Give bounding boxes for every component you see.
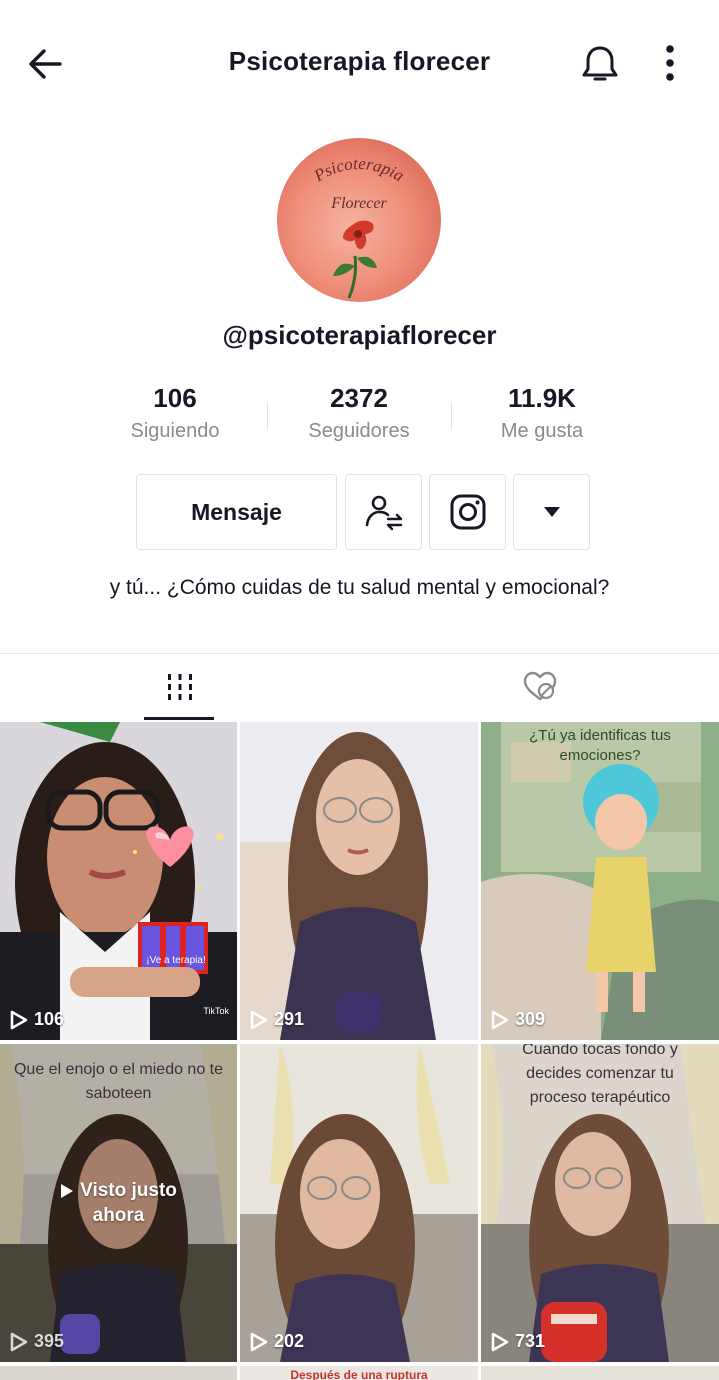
- view-count-value: 309: [515, 1009, 546, 1029]
- tab-videos[interactable]: [0, 654, 359, 720]
- followers-label: Seguidores: [308, 420, 410, 442]
- play-icon: [10, 1010, 28, 1029]
- video-thumbnail: [240, 1044, 478, 1362]
- grid-bars-icon: [167, 674, 192, 700]
- avatar-text-bottom: Florecer: [330, 195, 387, 212]
- view-count: 291: [250, 1009, 304, 1030]
- stats-divider: [451, 402, 452, 430]
- bell-icon: [582, 46, 618, 81]
- likes-label: Me gusta: [500, 420, 584, 442]
- message-button[interactable]: Mensaje: [136, 474, 337, 550]
- video-thumbnail: [0, 722, 237, 1040]
- view-count: 395: [10, 1331, 64, 1352]
- instagram-icon: [450, 494, 485, 530]
- watched-status-line1: Visto justo: [80, 1180, 177, 1201]
- profile-handle: @psicoterapiaflorecer: [222, 320, 497, 350]
- instagram-button[interactable]: [429, 474, 506, 550]
- stat-likes[interactable]: 11.9K Me gusta: [442, 380, 642, 443]
- video-tile[interactable]: [0, 1366, 237, 1380]
- view-count-value: 731: [515, 1331, 546, 1351]
- video-thumbnail: [240, 722, 478, 1040]
- profile-bio: y tú... ¿Cómo cuidas de tu salud mental …: [109, 576, 610, 599]
- svg-text:Psicoterapia: Psicoterapia: [310, 154, 408, 186]
- video-caption: Después de una ruptura: [290, 1368, 428, 1380]
- avatar-logo: Psicoterapia Florecer: [310, 154, 408, 299]
- top-bar: Psicoterapia florecer: [0, 0, 719, 120]
- video-tile[interactable]: Después de una ruptura: [240, 1366, 478, 1380]
- play-icon: [491, 1010, 509, 1029]
- stat-followers[interactable]: 2372 Seguidores: [259, 380, 459, 443]
- video-caption: ¡Ve a terapia!: [146, 955, 206, 966]
- play-icon: [250, 1010, 268, 1029]
- view-count-value: 395: [34, 1331, 65, 1351]
- view-count: 202: [250, 1331, 304, 1352]
- more-vertical-icon: [666, 45, 674, 81]
- view-count: 731: [491, 1331, 545, 1352]
- following-count: 106: [153, 383, 197, 413]
- notifications-button[interactable]: [578, 42, 622, 86]
- view-count-value: 202: [274, 1331, 305, 1351]
- video-thumbnail: [481, 722, 719, 1040]
- watched-status: Visto justo ahora: [0, 1178, 237, 1228]
- view-count-value: 106: [34, 1009, 65, 1029]
- video-tile[interactable]: Que el enojo o el miedo no te saboteen V…: [0, 1044, 237, 1362]
- more-options-button[interactable]: [652, 42, 688, 86]
- likes-count: 11.9K: [508, 383, 576, 413]
- profile-stats: 106 Siguiendo 2372 Seguidores 11.9K Me g…: [0, 380, 719, 460]
- tab-liked[interactable]: [360, 654, 719, 720]
- video-tile[interactable]: 291: [240, 722, 478, 1040]
- video-tile[interactable]: Cuando tocas fondo y decides comenzar tu…: [481, 1044, 719, 1362]
- caret-down-icon: [543, 507, 560, 517]
- video-tile[interactable]: ¿Tú ya identificas tus emociones? 309: [481, 722, 719, 1040]
- following-label: Siguiendo: [130, 420, 220, 442]
- avatar[interactable]: Psicoterapia Florecer: [277, 138, 441, 302]
- view-count: 309: [491, 1009, 545, 1030]
- watched-status-line2: ahora: [92, 1205, 145, 1226]
- tiktok-watermark: TikTok: [203, 1006, 229, 1016]
- play-filled-icon: [61, 1183, 74, 1198]
- video-grid: ¡Ve a terapia! TikTok 106 291 ¿Tú ya ide…: [0, 722, 719, 1380]
- video-tile[interactable]: ¡Ve a terapia! TikTok 106: [0, 722, 237, 1040]
- followers-count: 2372: [330, 383, 388, 413]
- view-count-value: 291: [274, 1009, 305, 1029]
- friend-suggestions-button[interactable]: [345, 474, 422, 550]
- avatar-text-top: Psicoterapia: [310, 154, 408, 186]
- view-count: 106: [10, 1009, 64, 1030]
- more-dropdown-button[interactable]: [513, 474, 590, 550]
- stat-following[interactable]: 106 Siguiendo: [75, 380, 275, 443]
- video-tile[interactable]: 202: [240, 1044, 478, 1362]
- video-caption: Que el enojo o el miedo no te saboteen: [13, 1061, 224, 1102]
- active-tab-indicator: [144, 717, 214, 720]
- stats-divider: [267, 402, 268, 430]
- play-icon: [491, 1332, 509, 1351]
- user-swap-icon: [365, 495, 402, 531]
- play-icon: [10, 1332, 28, 1351]
- heart-hidden-icon: [523, 671, 556, 701]
- video-tile[interactable]: [481, 1366, 719, 1380]
- video-caption: ¿Tú ya identificas tus emociones?: [529, 727, 671, 764]
- video-caption: Cuando tocas fondo y decides comenzar tu…: [522, 1044, 678, 1106]
- play-icon: [250, 1332, 268, 1351]
